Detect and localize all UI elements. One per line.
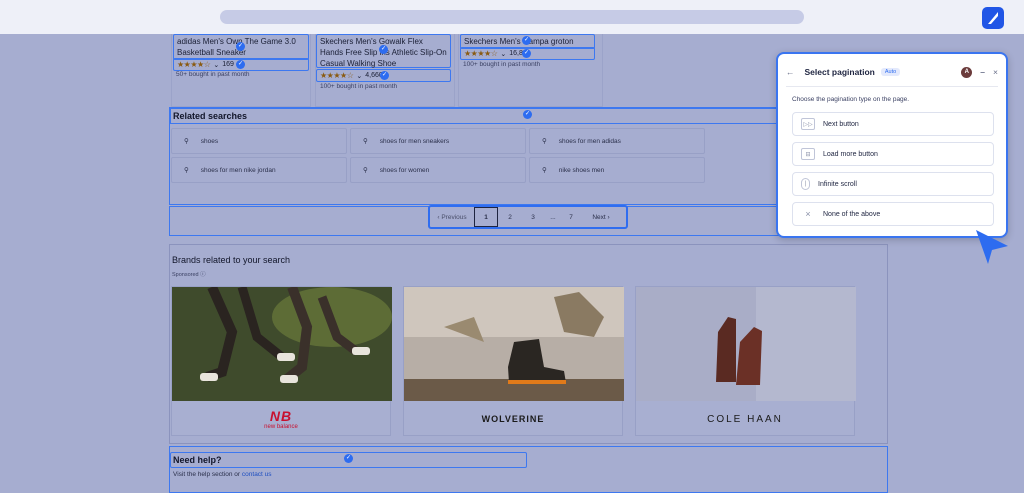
help-heading: Need help?: [173, 455, 222, 465]
load-more-icon: ⊟: [801, 148, 815, 160]
option-load-more[interactable]: ⊟ Load more button: [792, 142, 994, 166]
chevron-left-icon: ‹: [437, 213, 440, 221]
related-search-item[interactable]: ⚲ shoes for men sneakers: [350, 128, 526, 154]
brand-card-wolverine[interactable]: WOLVERINE: [403, 286, 624, 436]
runners-image: [172, 284, 392, 401]
chevron-down-icon: ⌄: [356, 72, 363, 80]
help-text: Visit the help section or contact us: [173, 471, 272, 478]
chevron-down-icon: ⌄: [500, 50, 507, 58]
avatar[interactable]: A: [961, 66, 973, 78]
extension-logo-icon[interactable]: [982, 7, 1004, 29]
related-search-item[interactable]: ⚲ shoes for women: [350, 157, 526, 183]
address-bar[interactable]: [220, 10, 804, 24]
previous-page-button[interactable]: ‹ Previous: [430, 207, 474, 227]
check-icon: ✓: [522, 49, 531, 58]
search-icon: ⚲: [542, 167, 547, 174]
bought-count: 50+ bought in past month: [176, 71, 250, 78]
nb-logo-icon: NB: [270, 409, 292, 423]
check-icon: ✓: [344, 454, 353, 463]
next-button-icon: ▷▷: [801, 118, 815, 130]
search-icon: ⚲: [184, 167, 189, 174]
page-link-current[interactable]: 1: [474, 207, 498, 227]
loafers-image: [636, 287, 856, 401]
page-link[interactable]: 3: [522, 207, 544, 227]
sponsored-label: Sponsored ⓘ: [172, 272, 206, 278]
browser-toolbar: [0, 0, 1024, 34]
panel-divider: [786, 86, 998, 87]
check-icon: ✓: [523, 110, 532, 119]
chevron-right-icon: ›: [607, 213, 610, 221]
close-icon: ×: [805, 209, 811, 219]
pagination-selector-panel: ← Select pagination Auto A – × Choose th…: [776, 52, 1008, 238]
option-none[interactable]: × None of the above: [792, 202, 994, 226]
brand-card-new-balance[interactable]: NB new balance: [171, 284, 392, 436]
rating-count: 169: [222, 61, 234, 68]
info-icon: ⓘ: [200, 272, 206, 278]
related-search-item[interactable]: ⚲ shoes for men nike jordan: [171, 157, 347, 183]
related-search-item[interactable]: ⚲ nike shoes men: [529, 157, 705, 183]
auto-badge: Auto: [880, 68, 901, 76]
brand-card-cole-haan[interactable]: COLE HAAN: [635, 286, 856, 436]
cursor-pointer-icon: [974, 228, 1012, 271]
search-icon: ⚲: [363, 138, 368, 145]
related-searches-heading: Related searches: [173, 111, 248, 121]
option-infinite-scroll[interactable]: | Infinite scroll: [792, 172, 994, 196]
check-icon: ✓: [522, 36, 531, 45]
next-page-button[interactable]: Next ›: [580, 207, 622, 227]
check-icon: ✓: [236, 42, 245, 51]
related-search-item[interactable]: ⚲ shoes for men adidas: [529, 128, 705, 154]
chevron-down-icon: ⌄: [213, 61, 220, 69]
cole-haan-logo: COLE HAAN: [707, 413, 783, 425]
stars-icon: ★★★★☆: [177, 60, 211, 69]
svg-text:NB: NB: [270, 409, 292, 423]
boot-image: [404, 287, 624, 401]
back-arrow-icon[interactable]: ←: [786, 67, 795, 77]
contact-us-link[interactable]: contact us: [242, 471, 272, 478]
check-icon: ✓: [236, 60, 245, 69]
panel-header: ← Select pagination Auto A – ×: [786, 61, 998, 83]
page-ellipsis: ...: [550, 213, 556, 221]
search-icon: ⚲: [184, 138, 189, 145]
wolverine-logo: WOLVERINE: [481, 414, 545, 424]
pagination: ‹ Previous 1 2 3 ... 7 Next ›: [428, 205, 628, 229]
stars-icon: ★★★★☆: [464, 49, 498, 58]
close-icon[interactable]: ×: [993, 67, 998, 77]
minimize-icon[interactable]: –: [980, 67, 985, 77]
search-icon: ⚲: [542, 138, 547, 145]
page-link[interactable]: 7: [562, 207, 580, 227]
page-link[interactable]: 2: [498, 207, 522, 227]
stars-icon: ★★★★☆: [320, 71, 354, 80]
brands-heading: Brands related to your search: [172, 255, 291, 265]
check-icon: ✓: [379, 45, 388, 54]
new-balance-logo: NB new balance: [264, 408, 298, 430]
panel-prompt: Choose the pagination type on the page.: [792, 96, 910, 103]
search-icon: ⚲: [363, 167, 368, 174]
related-search-item[interactable]: ⚲ shoes: [171, 128, 347, 154]
bought-count: 100+ bought in past month: [463, 61, 541, 68]
mouse-scroll-icon: |: [801, 178, 810, 190]
check-icon: ✓: [380, 71, 389, 80]
bought-count: 100+ bought in past month: [320, 83, 398, 90]
panel-title: Select pagination: [804, 67, 875, 77]
option-next-button[interactable]: ▷▷ Next button: [792, 112, 994, 136]
